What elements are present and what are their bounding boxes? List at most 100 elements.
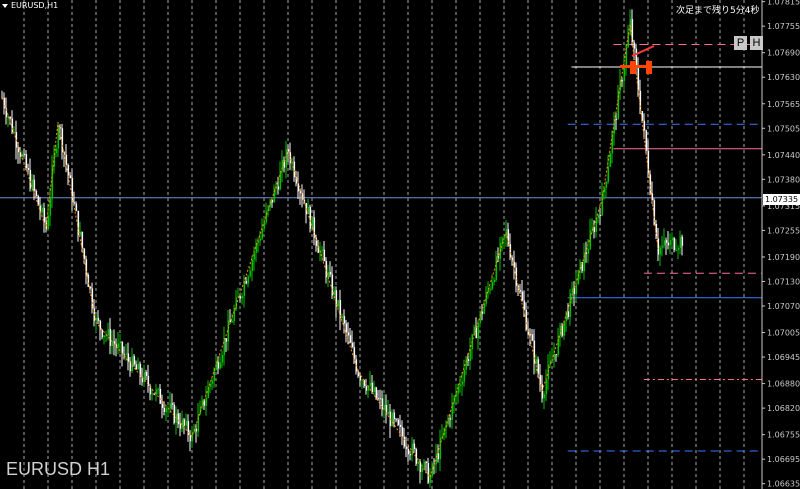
- bear-candle: [225, 338, 228, 342]
- bull-candle: [243, 281, 246, 296]
- bull-candle: [387, 411, 390, 415]
- bear-candle: [615, 118, 618, 120]
- bull-candle: [263, 222, 266, 229]
- bull-candle: [663, 240, 666, 246]
- bull-candle: [679, 236, 682, 248]
- bear-candle: [375, 387, 378, 399]
- bear-candle: [475, 326, 478, 339]
- bear-candle: [73, 202, 76, 204]
- bear-candle: [289, 152, 292, 164]
- bear-candle: [239, 296, 242, 299]
- bull-candle: [31, 179, 34, 189]
- bull-candle: [169, 403, 172, 409]
- bull-candle: [459, 384, 462, 387]
- bull-candle: [493, 279, 496, 283]
- bear-candle: [19, 152, 22, 157]
- bear-candle: [381, 398, 384, 410]
- bull-candle: [119, 341, 122, 344]
- bear-candle: [33, 179, 36, 191]
- bear-candle: [393, 412, 396, 420]
- bear-candle: [555, 354, 558, 356]
- bull-candle: [569, 293, 572, 317]
- bull-candle: [583, 252, 586, 272]
- bull-candle: [575, 284, 578, 294]
- bear-candle: [153, 393, 156, 395]
- bear-candle: [159, 388, 162, 404]
- bull-candle: [279, 170, 282, 190]
- bear-candle: [395, 419, 398, 421]
- bull-candle: [587, 248, 590, 254]
- chart-title-bar[interactable]: EURUSD,H1: [2, 0, 58, 12]
- bar-countdown: 次足まで残り5分4秒: [676, 6, 760, 16]
- bear-candle: [657, 238, 660, 255]
- axis-tick-label: 1.07255: [767, 226, 800, 235]
- bull-candle: [251, 259, 254, 272]
- bear-candle: [101, 329, 104, 338]
- bull-candle: [627, 33, 630, 47]
- bear-candle: [593, 227, 596, 232]
- bull-candle: [677, 247, 680, 250]
- axis-tick-label: 1.07440: [767, 151, 800, 160]
- bear-candle: [599, 215, 602, 217]
- bull-candle: [495, 256, 498, 280]
- bull-candle: [57, 127, 60, 149]
- bear-candle: [59, 127, 62, 129]
- bear-candle: [177, 413, 180, 425]
- bull-candle: [107, 329, 110, 336]
- bear-candle: [409, 454, 412, 456]
- bear-candle: [127, 353, 130, 362]
- bull-candle: [485, 292, 488, 304]
- bear-candle: [75, 203, 78, 211]
- bull-candle: [79, 231, 82, 236]
- bull-candle: [55, 148, 58, 154]
- bull-candle: [489, 288, 492, 290]
- bull-candle: [53, 153, 56, 167]
- price-chart[interactable]: 1.07815 1.07755 1.07690 1.07630 1.07565 1.075…: [0, 0, 800, 489]
- bull-candle: [563, 321, 566, 336]
- bear-candle: [29, 169, 32, 189]
- chart-window[interactable]: 1.07815 1.07755 1.07690 1.07630 1.07565 1.075…: [0, 0, 800, 489]
- bear-candle: [35, 190, 38, 196]
- bear-candle: [665, 240, 668, 243]
- axis-tick-label: 1.06755: [767, 431, 800, 440]
- bear-candle: [81, 231, 84, 249]
- bull-candle: [221, 354, 224, 363]
- bear-candle: [313, 217, 316, 238]
- bull-candle: [137, 363, 140, 370]
- bull-candle: [623, 66, 626, 81]
- bear-candle: [377, 398, 380, 400]
- bear-candle: [145, 372, 148, 376]
- candles: [1, 9, 684, 488]
- bear-candle: [23, 153, 26, 155]
- bear-candle: [649, 174, 652, 194]
- bear-candle: [179, 424, 182, 429]
- dropdown-icon[interactable]: [2, 3, 8, 8]
- bear-candle: [277, 186, 280, 190]
- bear-candle: [667, 242, 670, 246]
- bear-candle: [449, 418, 452, 420]
- bear-candle: [541, 384, 544, 399]
- bull-candle: [571, 288, 574, 294]
- bear-candle: [25, 154, 28, 169]
- bull-candle: [559, 325, 562, 336]
- bull-candle: [675, 249, 678, 251]
- bear-candle: [97, 317, 100, 321]
- bear-candle: [681, 236, 684, 246]
- p-button[interactable]: P: [734, 36, 747, 50]
- bear-candle: [69, 175, 72, 179]
- bear-candle: [195, 428, 198, 432]
- bull-candle: [369, 382, 372, 386]
- bull-candle: [151, 393, 154, 395]
- bear-candle: [161, 403, 164, 408]
- axis-tick-label: 1.07190: [767, 253, 800, 262]
- h-button[interactable]: H: [750, 36, 763, 50]
- bull-candle: [607, 166, 610, 182]
- bear-candle: [349, 335, 352, 343]
- bull-candle: [361, 380, 364, 382]
- axis-tick-label: 1.06945: [767, 353, 800, 362]
- bull-candle: [157, 388, 160, 390]
- axis-tick-label: 1.07755: [767, 22, 800, 31]
- bear-candle: [539, 374, 542, 385]
- bull-candle: [231, 321, 234, 323]
- bear-candle: [135, 364, 138, 370]
